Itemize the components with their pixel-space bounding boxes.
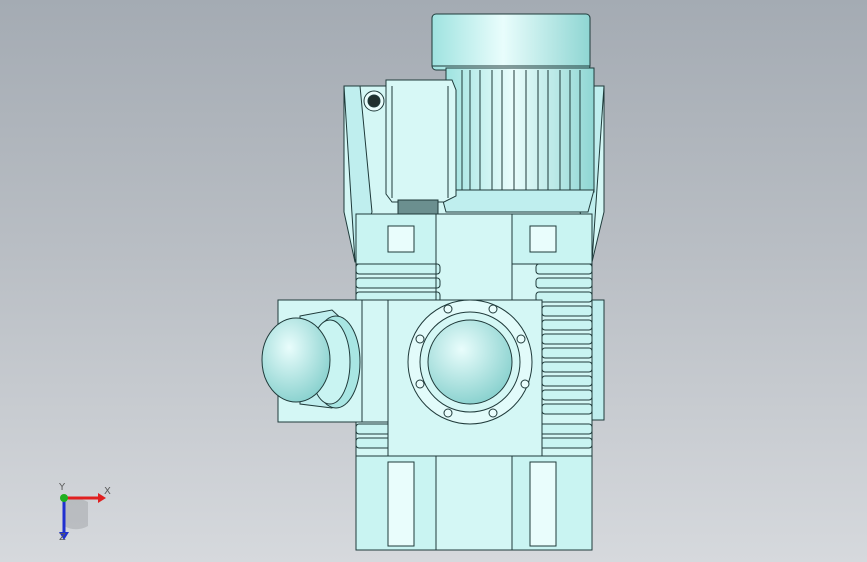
output-shaft-collar[interactable] xyxy=(261,309,361,409)
coordinate-triad: X Y Z xyxy=(40,478,130,548)
motor-fan-cover[interactable] xyxy=(431,13,591,71)
mounting-hole[interactable] xyxy=(363,90,385,112)
x-axis-label: X xyxy=(104,486,111,497)
z-axis-label: Z xyxy=(59,532,66,543)
y-axis-label: Y xyxy=(59,482,66,493)
terminal-box[interactable] xyxy=(385,79,457,215)
graphics-viewport[interactable]: X Y Z xyxy=(0,0,867,562)
motor-housing[interactable] xyxy=(439,67,595,213)
triad-graphic xyxy=(59,493,106,540)
output-flange[interactable] xyxy=(387,299,543,457)
y-axis-dot xyxy=(60,494,68,502)
gear-motor-model[interactable] xyxy=(0,0,867,562)
